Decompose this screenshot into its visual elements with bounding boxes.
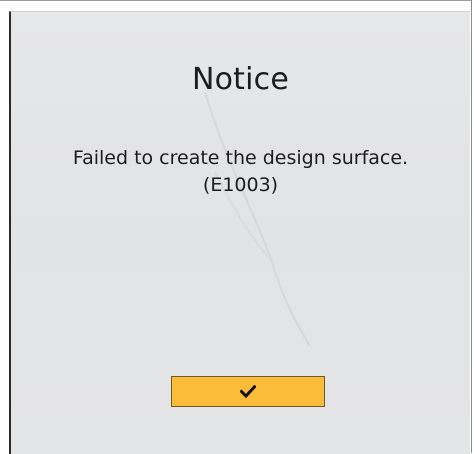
dialog-title: Notice bbox=[191, 62, 290, 97]
dialog-message: Failed to create the design surface. (E1… bbox=[11, 145, 470, 199]
notice-panel: Notice Failed to create the design surfa… bbox=[9, 11, 470, 454]
confirm-button[interactable] bbox=[171, 376, 325, 407]
message-text: Failed to create the design surface. bbox=[72, 147, 409, 169]
checkmark-icon bbox=[240, 385, 256, 398]
dialog-window: Notice Failed to create the design surfa… bbox=[0, 0, 472, 454]
error-code: (E1003) bbox=[202, 174, 279, 196]
